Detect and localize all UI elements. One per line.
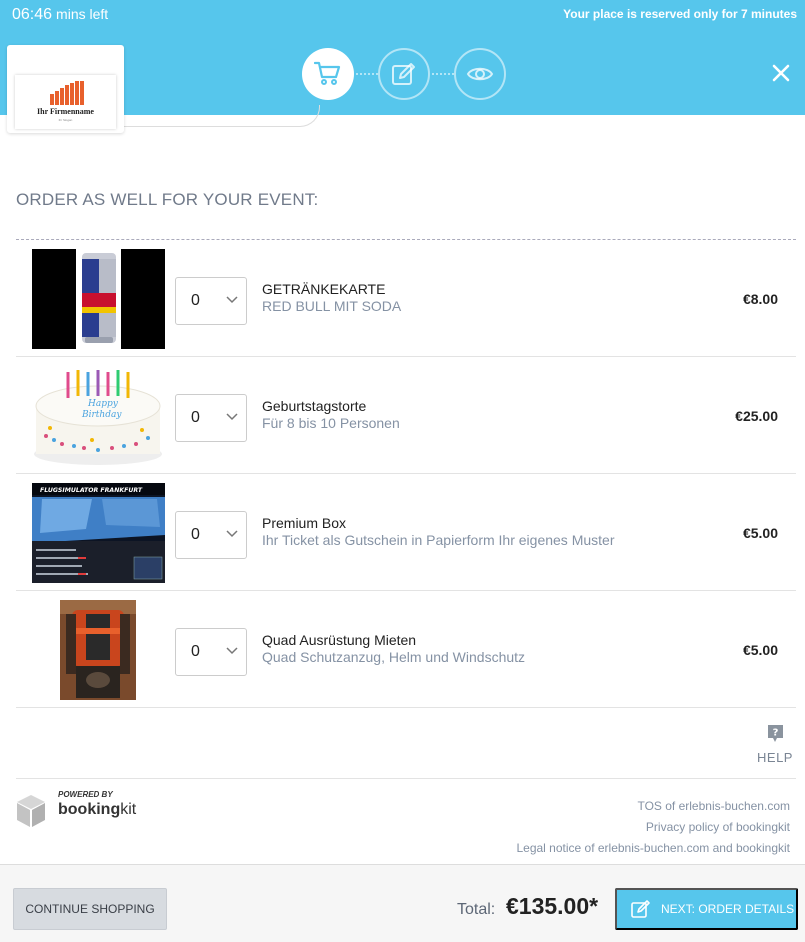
product-image-cake: Happy Birthday — [32, 366, 165, 466]
product-subtitle: Ihr Ticket als Gutschein in Papierform I… — [262, 532, 615, 548]
powered-by-label: POWERED BY — [58, 790, 113, 799]
reservation-notice: Your place is reserved only for 7 minute… — [563, 7, 797, 21]
quantity-select[interactable]: 0 — [175, 394, 247, 442]
privacy-link[interactable]: Privacy policy of bookingkit — [516, 817, 790, 838]
chevron-down-icon — [226, 296, 238, 304]
quantity-select[interactable]: 0 — [175, 628, 247, 676]
step-connector — [356, 73, 378, 75]
product-subtitle: Für 8 bis 10 Personen — [262, 415, 400, 431]
simulator-banner-title: FLUGSIMULATOR FRANKFURT — [40, 487, 143, 494]
product-subtitle: Quad Schutzanzug, Helm und Windschutz — [262, 649, 526, 665]
product-row: 0 GETRÄNKEKARTE RED BULL MIT SODA €8.00 — [16, 240, 796, 357]
help-icon: ? — [767, 725, 783, 742]
company-logo: Ihr Firmenname Ihr Slogan — [15, 75, 116, 129]
eye-icon — [466, 67, 494, 81]
quantity-value: 0 — [191, 526, 200, 543]
cake-inscription: Happy — [87, 399, 119, 409]
continue-shopping-button[interactable]: CONTINUE SHOPPING — [13, 888, 167, 930]
logo-bars-icon — [50, 81, 84, 105]
quantity-select[interactable]: 0 — [175, 511, 247, 559]
product-title: Premium Box — [262, 515, 347, 531]
product-price: €5.00 — [742, 642, 778, 658]
product-image-simulator: FLUGSIMULATOR FRANKFURT — [32, 483, 165, 583]
timer-value: 06:46 — [12, 6, 53, 23]
product-image-redbull — [32, 249, 165, 349]
total-label: Total: — [457, 901, 496, 918]
next-button-label: NEXT: ORDER DETAILS — [661, 902, 795, 916]
logo-underline — [110, 105, 320, 127]
next-order-details-button[interactable]: NEXT: ORDER DETAILS — [615, 888, 798, 930]
edit-icon — [392, 63, 415, 85]
edit-icon — [631, 900, 650, 918]
bookingkit-logo-text: bookingkit — [58, 801, 137, 818]
quantity-value: 0 — [191, 409, 200, 426]
product-price: €25.00 — [735, 408, 778, 424]
help-label: HELP — [757, 750, 793, 765]
svg-text:?: ? — [772, 728, 778, 739]
section-title: ORDER AS WELL FOR YOUR EVENT: — [16, 190, 319, 209]
company-logo-card: Ihr Firmenname Ihr Slogan — [7, 45, 124, 133]
close-icon[interactable] — [770, 62, 792, 84]
product-title: Geburtstagstorte — [262, 398, 367, 414]
help-button[interactable]: ? HELP — [755, 724, 795, 765]
footer-links: TOS of erlebnis-buchen.com Privacy polic… — [516, 796, 790, 859]
bookingkit-cube-icon — [17, 795, 45, 827]
quantity-value: 0 — [191, 643, 200, 660]
logo-slogan: Ihr Slogan — [58, 118, 73, 122]
quantity-select[interactable]: 0 — [175, 277, 247, 325]
product-row: Happy Birthday 0 Geburtstagstorte Für 8 … — [16, 357, 796, 474]
timer-unit: mins left — [56, 6, 109, 22]
step-details[interactable] — [378, 48, 430, 100]
step-connector — [432, 73, 454, 75]
chevron-down-icon — [226, 530, 238, 538]
product-subtitle: RED BULL MIT SODA — [262, 298, 402, 314]
product-price: €5.00 — [742, 525, 778, 541]
cake-inscription: Birthday — [81, 410, 122, 420]
chevron-down-icon — [226, 413, 238, 421]
logo-company-name: Ihr Firmenname — [37, 107, 94, 116]
legal-notice-link[interactable]: Legal notice of erlebnis-buchen.com and … — [516, 838, 790, 859]
product-row: FLUGSIMULATOR FRANKFURT 0 Premium Box Ih… — [16, 474, 796, 591]
quantity-value: 0 — [191, 292, 200, 309]
step-review[interactable] — [454, 48, 506, 100]
product-list: 0 GETRÄNKEKARTE RED BULL MIT SODA €8.00 … — [16, 239, 796, 708]
total-value: €135.00* — [506, 893, 599, 919]
product-title: Quad Ausrüstung Mieten — [262, 632, 417, 648]
countdown-timer: 06:46 mins left — [12, 6, 108, 24]
product-title: GETRÄNKEKARTE — [262, 281, 386, 297]
cart-icon — [314, 61, 341, 85]
step-cart[interactable] — [302, 48, 354, 100]
divider — [16, 778, 796, 779]
checkout-bar: CONTINUE SHOPPING Total: €135.00* NEXT: … — [0, 864, 805, 942]
chevron-down-icon — [226, 647, 238, 655]
product-price: €8.00 — [742, 291, 778, 307]
tos-link[interactable]: TOS of erlebnis-buchen.com — [516, 796, 790, 817]
product-image-quad-gear — [32, 600, 165, 700]
product-row: 0 Quad Ausrüstung Mieten Quad Schutzanzu… — [16, 591, 796, 708]
